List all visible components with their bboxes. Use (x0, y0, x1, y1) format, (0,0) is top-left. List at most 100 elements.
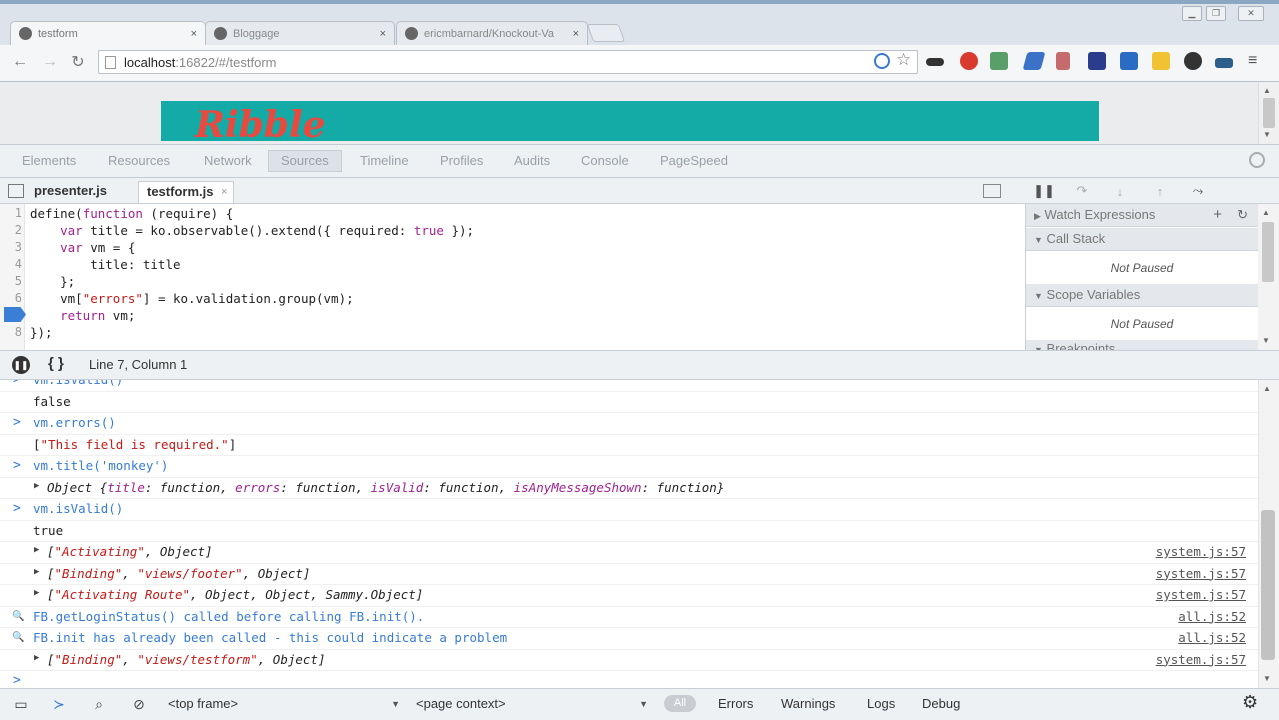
console-panel[interactable]: >vm.isValid()false>vm.errors()["This fie… (0, 380, 1279, 688)
expand-arrow-icon[interactable]: ▶ (34, 653, 39, 663)
tab-elements[interactable]: Elements (22, 152, 76, 170)
step-out-icon[interactable]: ↑ (1150, 181, 1170, 201)
close-icon[interactable]: × (221, 182, 227, 202)
scope-variables-header[interactable]: ▼ Scope Variables (1026, 284, 1258, 307)
forward-icon[interactable]: → (40, 52, 60, 72)
prompt-icon: > (13, 501, 21, 516)
source-link[interactable]: all.js:52 (1178, 609, 1246, 624)
source-link[interactable]: system.js:57 (1156, 566, 1246, 581)
step-over-icon[interactable]: ↷ (1072, 181, 1092, 201)
expand-arrow-icon[interactable]: ▶ (34, 545, 39, 555)
watch-expressions-header[interactable]: ▶ Watch Expressions + ↻ (1026, 204, 1258, 227)
window-close-button[interactable]: ✕ (1238, 6, 1264, 21)
pause-on-exceptions-icon[interactable]: ❚❚ (12, 356, 30, 374)
extension-icon[interactable] (1120, 52, 1138, 70)
maximize-button[interactable]: ❐ (1206, 6, 1226, 21)
code-line[interactable]: var vm = { (30, 240, 135, 255)
reload-icon[interactable]: ↻ (68, 52, 88, 72)
sidebar-scrollbar[interactable]: ▲ ▼ (1258, 204, 1279, 350)
file-tab-presenter[interactable]: presenter.js (26, 181, 115, 203)
line-number[interactable]: 5 (0, 274, 22, 288)
tab-pagespeed[interactable]: PageSpeed (660, 152, 728, 170)
tab-profiles[interactable]: Profiles (440, 152, 483, 170)
menu-icon[interactable]: ≡ (1248, 52, 1257, 70)
context-selector[interactable]: <page context> ▼ (416, 694, 652, 714)
line-number[interactable]: 1 (0, 206, 22, 220)
add-icon[interactable]: + (1213, 204, 1222, 226)
source-link[interactable]: system.js:57 (1156, 587, 1246, 602)
extension-icon[interactable] (1184, 52, 1202, 70)
breakpoints-header[interactable]: ▼ Breakpoints (1026, 340, 1258, 350)
close-icon[interactable]: × (573, 28, 579, 40)
settings-gear-icon[interactable]: ⚙ (1242, 692, 1258, 713)
filter-errors[interactable]: Errors (718, 695, 753, 713)
source-link[interactable]: system.js:57 (1156, 544, 1246, 559)
refresh-icon[interactable]: ↻ (1237, 204, 1248, 226)
back-icon[interactable]: ← (10, 52, 30, 72)
file-tab-testform[interactable]: testform.js × (138, 181, 235, 203)
pause-icon[interactable]: ❚❚ (1033, 181, 1055, 201)
bookmark-star-icon[interactable]: ☆ (896, 50, 911, 70)
extension-icon[interactable] (990, 52, 1008, 70)
extension-icon[interactable] (1088, 52, 1106, 70)
step-into-icon[interactable]: ↓ (1110, 181, 1130, 201)
dock-icon[interactable]: ▭ (10, 694, 32, 714)
extension-icon[interactable] (1056, 52, 1070, 70)
console-scroll-thumb[interactable] (1261, 510, 1275, 660)
address-bar[interactable]: localhost :16822/#/testform (98, 50, 918, 74)
tab-bloggage[interactable]: Bloggage × (205, 21, 395, 45)
tab-timeline[interactable]: Timeline (360, 152, 409, 170)
console-token: "Binding" (54, 565, 123, 581)
tab-network[interactable]: Network (204, 152, 252, 170)
filter-warnings[interactable]: Warnings (781, 695, 835, 713)
code-line[interactable]: vm["errors"] = ko.validation.group(vm); (30, 291, 354, 306)
tab-console[interactable]: Console (581, 152, 629, 170)
minimize-button[interactable]: ▁ (1182, 6, 1202, 21)
extension-icon[interactable] (1215, 58, 1233, 68)
extension-icon[interactable] (1152, 52, 1170, 70)
code-token: vm; (105, 308, 136, 323)
tab-sources[interactable]: Sources (268, 150, 342, 172)
source-link[interactable]: system.js:57 (1156, 652, 1246, 667)
frame-selector[interactable]: <top frame> ▼ (168, 694, 404, 714)
code-line[interactable]: var title = ko.observable().extend({ req… (30, 223, 474, 238)
tab-testform[interactable]: testform × (10, 21, 206, 45)
code-line[interactable]: define(function (require) { (30, 206, 233, 221)
line-number[interactable]: 8 (0, 325, 22, 339)
toggle-navigator-icon[interactable] (8, 184, 24, 198)
toggle-debugger-icon[interactable] (983, 184, 1001, 198)
code-line[interactable]: title: title (30, 257, 180, 272)
close-icon[interactable]: × (191, 28, 197, 40)
show-console-icon[interactable]: ≻ (48, 694, 70, 714)
filter-debug[interactable]: Debug (922, 695, 960, 713)
search-icon[interactable]: ⌕ (88, 694, 110, 714)
close-icon[interactable]: × (380, 28, 386, 40)
glasses-extension-icon[interactable] (926, 58, 944, 66)
tab-github[interactable]: ericmbarnard/Knockout-Va × (396, 21, 588, 45)
stop-extension-icon[interactable] (960, 52, 978, 70)
page-scrollbar[interactable]: ▲ ▼ (1258, 82, 1279, 144)
extension-icon[interactable] (874, 53, 890, 69)
line-number[interactable]: 2 (0, 223, 22, 237)
expand-arrow-icon[interactable]: ▶ (34, 567, 39, 577)
tab-audits[interactable]: Audits (514, 152, 550, 170)
code-line[interactable]: return vm; (30, 308, 135, 323)
pretty-print-icon[interactable]: { } (48, 355, 64, 372)
call-stack-header[interactable]: ▼ Call Stack (1026, 228, 1258, 251)
expand-arrow-icon[interactable]: ▶ (34, 588, 39, 598)
close-devtools-icon[interactable] (1249, 152, 1265, 168)
site-logo[interactable]: Ribble (195, 104, 326, 141)
code-line[interactable]: }; (30, 274, 75, 289)
filter-all[interactable]: All (664, 695, 696, 712)
line-number[interactable]: 6 (0, 291, 22, 305)
clear-console-icon[interactable]: ⊘ (128, 694, 150, 714)
source-link[interactable]: all.js:52 (1178, 630, 1246, 645)
filter-logs[interactable]: Logs (867, 695, 895, 713)
code-line[interactable]: }); (30, 325, 53, 340)
tab-resources[interactable]: Resources (108, 152, 170, 170)
new-tab-button[interactable] (586, 24, 626, 42)
line-number[interactable]: 3 (0, 240, 22, 254)
expand-arrow-icon[interactable]: ▶ (34, 481, 39, 491)
deactivate-breakpoints-icon[interactable]: ⤳ (1188, 181, 1208, 201)
line-number[interactable]: 4 (0, 257, 22, 271)
